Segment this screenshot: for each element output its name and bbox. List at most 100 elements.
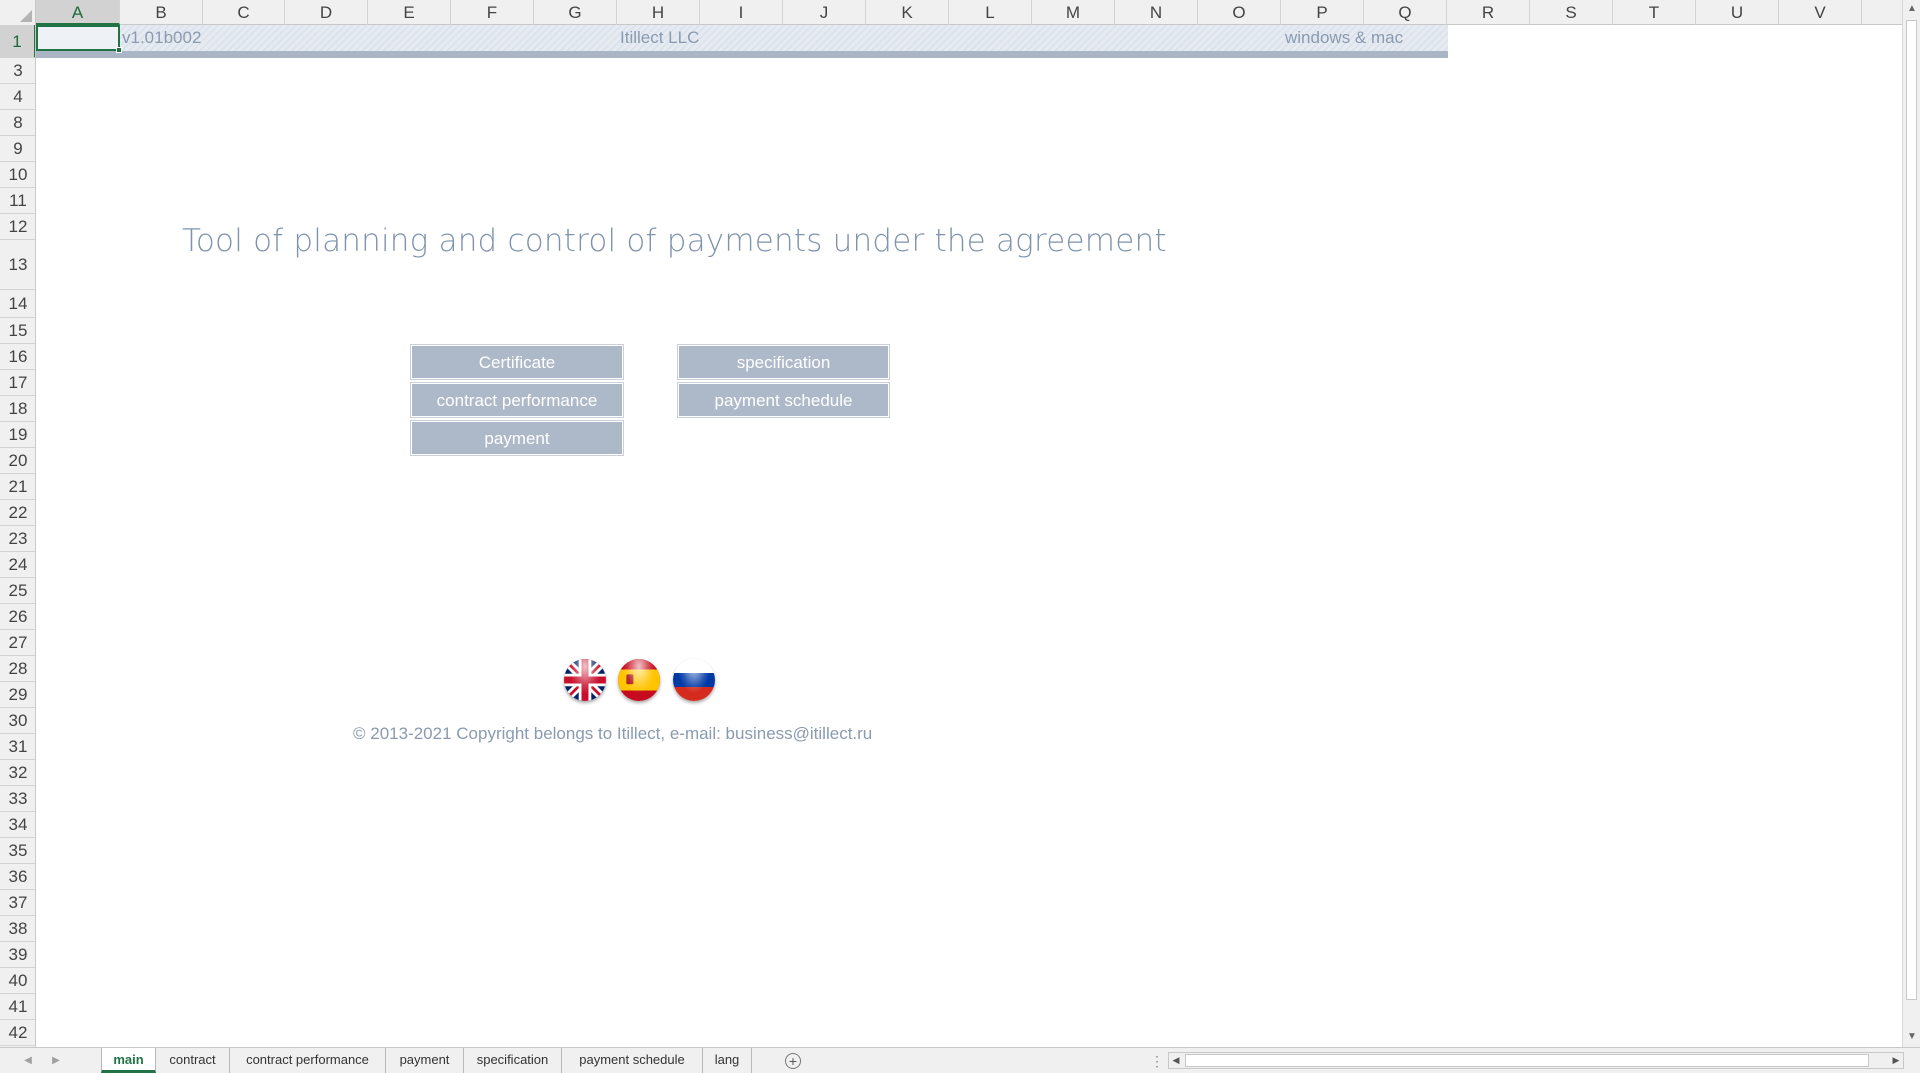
- add-sheet-icon[interactable]: +: [785, 1053, 801, 1069]
- column-header-q[interactable]: Q: [1364, 0, 1447, 25]
- row-header-16[interactable]: 16: [0, 344, 35, 370]
- column-header-u[interactable]: U: [1696, 0, 1779, 25]
- vertical-scroll-thumb[interactable]: [1906, 20, 1917, 1000]
- spain-flag-icon[interactable]: [618, 659, 660, 701]
- column-header-r[interactable]: R: [1447, 0, 1530, 25]
- column-header-i[interactable]: I: [700, 0, 783, 25]
- row-header-42[interactable]: 42: [0, 1020, 35, 1046]
- row-header-35[interactable]: 35: [0, 838, 35, 864]
- prev-sheet-icon[interactable]: ◀: [16, 1048, 40, 1073]
- row-header-36[interactable]: 36: [0, 864, 35, 890]
- sheet-tab-contract[interactable]: contract: [156, 1048, 230, 1073]
- scroll-right-icon[interactable]: ▶: [1889, 1053, 1903, 1068]
- company-label: Itillect LLC: [620, 28, 700, 47]
- row-header-25[interactable]: 25: [0, 578, 35, 604]
- row-header-9[interactable]: 9: [0, 136, 35, 162]
- sheet-tab-specification[interactable]: specification: [464, 1048, 562, 1073]
- column-header-e[interactable]: E: [368, 0, 451, 25]
- horizontal-scroll-thumb[interactable]: [1185, 1054, 1869, 1067]
- row-header-31[interactable]: 31: [0, 734, 35, 760]
- row-header-19[interactable]: 19: [0, 422, 35, 448]
- row-header-27[interactable]: 27: [0, 630, 35, 656]
- column-header-g[interactable]: G: [534, 0, 617, 25]
- row-header-28[interactable]: 28: [0, 656, 35, 682]
- row-header-21[interactable]: 21: [0, 474, 35, 500]
- sheet-tab-contract-performance[interactable]: contract performance: [230, 1048, 386, 1073]
- row-header-8[interactable]: 8: [0, 110, 35, 136]
- uk-flag-icon[interactable]: [564, 659, 606, 701]
- row-header-39[interactable]: 39: [0, 942, 35, 968]
- excel-window: ABCDEFGHIJKLMNOPQRSTUV 1 3 4 8 9 10 11 12 13 14 15…: [0, 0, 1920, 1073]
- column-header-m[interactable]: M: [1032, 0, 1115, 25]
- row-header-32[interactable]: 32: [0, 760, 35, 786]
- selected-cell-a1[interactable]: [36, 25, 120, 51]
- column-header-j[interactable]: J: [783, 0, 866, 25]
- row-header-17[interactable]: 17: [0, 370, 35, 396]
- select-all-triangle-icon: [20, 10, 32, 22]
- specification-button[interactable]: specification: [678, 345, 889, 379]
- column-header-p[interactable]: P: [1281, 0, 1364, 25]
- row-header-40[interactable]: 40: [0, 968, 35, 994]
- platform-label: windows & mac: [1285, 28, 1404, 47]
- row-header-12[interactable]: 12: [0, 214, 35, 240]
- row-header-24[interactable]: 24: [0, 552, 35, 578]
- sheet-tab-lang[interactable]: lang: [703, 1048, 752, 1073]
- russia-flag-icon[interactable]: [673, 659, 715, 701]
- certificate-button[interactable]: Certificate: [411, 345, 623, 379]
- copyright-text: © 2013-2021 Copyright belongs to Itillec…: [353, 724, 873, 743]
- row-header-4[interactable]: 4: [0, 84, 35, 110]
- sheet-tab-payment-schedule[interactable]: payment schedule: [562, 1048, 703, 1073]
- payment-button[interactable]: payment: [411, 421, 623, 455]
- column-header-n[interactable]: N: [1115, 0, 1198, 25]
- row-header-3[interactable]: 3: [0, 58, 35, 84]
- row-header-29[interactable]: 29: [0, 682, 35, 708]
- vertical-scrollbar[interactable]: ▲ ▼: [1902, 0, 1920, 1047]
- scroll-up-icon[interactable]: ▲: [1903, 0, 1920, 18]
- column-header-l[interactable]: L: [949, 0, 1032, 25]
- sheet-tab-main[interactable]: main: [101, 1048, 156, 1073]
- splitter-dots-icon[interactable]: ⋮: [1150, 1048, 1164, 1073]
- row-header-10[interactable]: 10: [0, 162, 35, 188]
- row-header-41[interactable]: 41: [0, 994, 35, 1020]
- row-header-14[interactable]: 14: [0, 290, 35, 318]
- payment-schedule-button[interactable]: payment schedule: [678, 383, 889, 417]
- row-header-11[interactable]: 11: [0, 188, 35, 214]
- row-header-34[interactable]: 34: [0, 812, 35, 838]
- column-header-t[interactable]: T: [1613, 0, 1696, 25]
- row-header-bar: 1 3 4 8 9 10 11 12 13 14 15 16 17 18 19 20 21 22 23 24 25 26 2…: [0, 25, 36, 1047]
- column-header-c[interactable]: C: [203, 0, 285, 25]
- sheet-tab-payment[interactable]: payment: [386, 1048, 464, 1073]
- sheet-tab-bar: ◀ ▶ main contract contract performance paym…: [0, 1047, 1920, 1073]
- sheet-grid[interactable]: v1.01b002 Itillect LLC windows & mac: [36, 25, 1902, 1047]
- row-header-23[interactable]: 23: [0, 526, 35, 552]
- column-header-d[interactable]: D: [285, 0, 368, 25]
- contract-performance-button[interactable]: contract performance: [411, 383, 623, 417]
- row-header-15[interactable]: 15: [0, 318, 35, 344]
- select-all-corner[interactable]: [0, 0, 36, 25]
- column-header-bar: ABCDEFGHIJKLMNOPQRSTUV: [0, 0, 1902, 25]
- horizontal-scrollbar[interactable]: ◀ ▶: [1168, 1052, 1904, 1069]
- column-header-k[interactable]: K: [866, 0, 949, 25]
- row-header-37[interactable]: 37: [0, 890, 35, 916]
- version-label: v1.01b002: [122, 28, 202, 47]
- scroll-left-icon[interactable]: ◀: [1169, 1053, 1183, 1068]
- header-band: [36, 25, 1448, 51]
- column-header-b[interactable]: B: [120, 0, 203, 25]
- row-header-33[interactable]: 33: [0, 786, 35, 812]
- column-header-h[interactable]: H: [617, 0, 700, 25]
- row-header-18[interactable]: 18: [0, 396, 35, 422]
- row-header-1[interactable]: 1: [0, 25, 35, 58]
- row-header-13[interactable]: 13: [0, 240, 35, 290]
- row-header-26[interactable]: 26: [0, 604, 35, 630]
- row-header-38[interactable]: 38: [0, 916, 35, 942]
- row-header-30[interactable]: 30: [0, 708, 35, 734]
- row-header-22[interactable]: 22: [0, 500, 35, 526]
- next-sheet-icon[interactable]: ▶: [44, 1048, 68, 1073]
- column-header-a[interactable]: A: [36, 0, 120, 25]
- column-header-o[interactable]: O: [1198, 0, 1281, 25]
- row-header-20[interactable]: 20: [0, 448, 35, 474]
- scroll-down-icon[interactable]: ▼: [1903, 1028, 1920, 1046]
- column-header-s[interactable]: S: [1530, 0, 1613, 25]
- column-header-v[interactable]: V: [1779, 0, 1862, 25]
- column-header-f[interactable]: F: [451, 0, 534, 25]
